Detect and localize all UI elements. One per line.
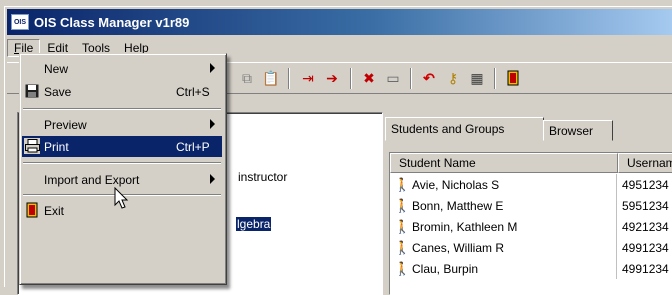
undo-icon[interactable]: ↶ — [419, 69, 439, 87]
title-bar[interactable]: OIS OIS Class Manager v1r89 — [7, 9, 672, 35]
student-table: Student Name Usernam 🚶 Avie, Nicholas S 4… — [389, 152, 672, 295]
student-username: 4991234 — [622, 261, 669, 276]
export-icon[interactable]: ➔ — [322, 69, 342, 87]
menu-item-preview[interactable]: Preview — [22, 114, 222, 135]
menu-separator — [23, 108, 221, 110]
student-username: 4951234 — [622, 177, 669, 192]
paste-icon[interactable]: 📋 — [261, 69, 281, 87]
toolbar-separator — [350, 68, 352, 89]
app-logo-icon: OIS — [11, 14, 29, 30]
tab-students-and-groups[interactable]: Students and Groups — [385, 117, 544, 141]
shortcut-label: Ctrl+S — [176, 85, 210, 99]
key-icon[interactable]: ⚷ — [443, 69, 463, 87]
copy-icon[interactable]: ⧉ — [237, 69, 257, 87]
table-row[interactable]: 🚶 Bromin, Kathleen M 4921234 — [390, 216, 672, 237]
window-title: OIS Class Manager v1r89 — [34, 14, 190, 30]
import-icon[interactable]: ⇥ — [298, 69, 318, 87]
student-name: Avie, Nicholas S — [412, 177, 500, 192]
view-icon[interactable]: ▭ — [383, 69, 403, 87]
student-icon: 🚶 — [394, 239, 411, 255]
menu-item-new[interactable]: New — [22, 58, 222, 79]
toolbar-separator — [410, 68, 412, 89]
database-icon[interactable]: ▦ — [467, 69, 487, 87]
app-window: OIS OIS Class Manager v1r89 File Edit To… — [4, 6, 672, 295]
table-row[interactable]: 🚶 Avie, Nicholas S 4951234 — [390, 174, 672, 195]
student-icon: 🚶 — [394, 260, 411, 276]
menu-item-save[interactable]: Save Ctrl+S — [22, 81, 222, 102]
submenu-arrow-icon — [210, 119, 215, 129]
exit-door-icon — [24, 202, 40, 218]
menu-item-label: Save — [44, 85, 72, 99]
shortcut-label: Ctrl+P — [176, 140, 210, 154]
tab-browser[interactable]: Browser — [543, 120, 613, 141]
student-username: 4921234 — [622, 219, 669, 234]
student-name: Canes, William R — [412, 240, 505, 255]
tree-item-selected[interactable]: lgebra — [234, 216, 273, 232]
mouse-pointer-icon — [114, 187, 129, 209]
printer-icon — [24, 138, 40, 154]
menu-item-label: Exit — [44, 204, 65, 218]
toolbar-separator — [288, 68, 290, 89]
student-icon: 🚶 — [394, 176, 411, 192]
exit-door-icon[interactable] — [503, 69, 523, 87]
student-icon: 🚶 — [394, 197, 411, 213]
file-menu-dropdown: New Save Ctrl+S Preview Print Ctrl+P Imp… — [19, 53, 227, 285]
save-icon — [24, 83, 40, 99]
tree-item-instructor[interactable]: instructor — [238, 170, 287, 184]
student-username: 5951234 — [622, 198, 669, 213]
toolbar-separator — [494, 68, 496, 89]
menu-item-label: Preview — [44, 118, 87, 132]
table-header: Student Name Usernam — [390, 153, 672, 173]
student-username: 4991234 — [622, 240, 669, 255]
menu-item-print[interactable]: Print Ctrl+P — [22, 136, 222, 157]
submenu-arrow-icon — [210, 174, 215, 184]
student-name: Bromin, Kathleen M — [412, 219, 518, 234]
column-header-student-name[interactable]: Student Name — [390, 153, 618, 173]
student-name: Bonn, Matthew E — [412, 198, 504, 213]
table-row[interactable]: 🚶 Clau, Burpin 4991234 — [390, 258, 672, 279]
menu-item-label: Print — [44, 140, 69, 154]
menu-item-label: New — [44, 62, 69, 76]
menu-separator — [23, 162, 221, 164]
submenu-arrow-icon — [210, 63, 215, 73]
table-row[interactable]: 🚶 Canes, William R 4991234 — [390, 237, 672, 258]
menu-item-label: Import and Export — [44, 173, 140, 187]
delete-icon[interactable]: ✖ — [359, 69, 379, 87]
student-name: Clau, Burpin — [412, 261, 479, 276]
table-row[interactable]: 🚶 Bonn, Matthew E 5951234 — [390, 195, 672, 216]
column-header-username[interactable]: Usernam — [618, 153, 672, 173]
student-icon: 🚶 — [394, 218, 411, 234]
